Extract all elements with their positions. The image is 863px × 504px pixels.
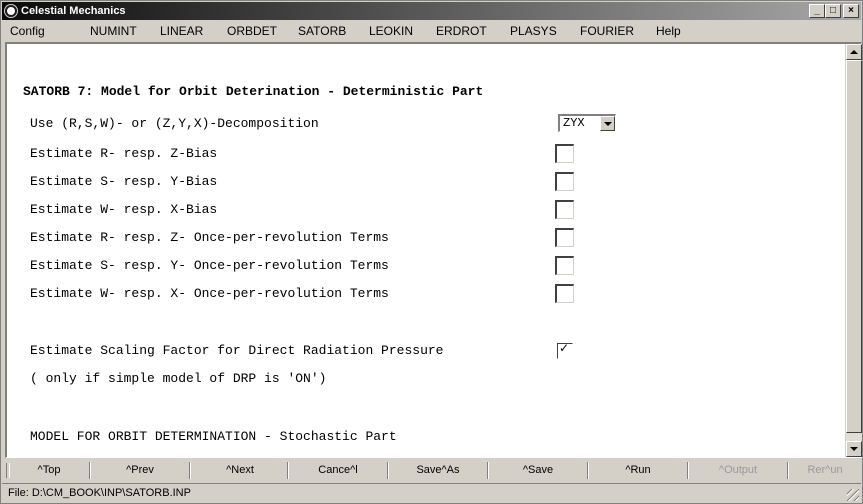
form-panel: SATORB 7: Model for Orbit Deterination -… <box>7 44 845 457</box>
window-title: Celestial Mechanics <box>21 5 126 17</box>
maximize-button[interactable]: □ <box>825 4 841 18</box>
cancel-button[interactable]: Cance^l <box>290 461 386 481</box>
decomposition-value: ZYX <box>563 116 585 130</box>
toolbar-separator <box>189 462 191 479</box>
drp-note: ( only if simple model of DRP is 'ON') <box>30 371 327 386</box>
rerun-button[interactable]: Rer^un <box>790 461 860 481</box>
checkbox-r-opr[interactable] <box>555 228 574 247</box>
status-file-path: File: D:\CM_BOOK\INP\SATORB.INP <box>8 487 191 499</box>
toolbar-separator <box>487 462 489 479</box>
chevron-down-icon[interactable] <box>600 116 615 131</box>
menu-bar: Config NUMINT LINEAR ORBDET SATORB LEOKI… <box>2 21 861 41</box>
status-bar: File: D:\CM_BOOK\INP\SATORB.INP <box>2 483 861 503</box>
option-label-w-bias: Estimate W- resp. X-Bias <box>30 202 218 217</box>
toolbar-separator <box>287 462 289 479</box>
menu-fourier[interactable]: FOURIER <box>580 24 634 38</box>
option-label-s-bias: Estimate S- resp. Y-Bias <box>30 174 218 189</box>
save-as-button[interactable]: Save^As <box>390 461 486 481</box>
menu-satorb[interactable]: SATORB <box>298 24 346 38</box>
close-icon: × <box>848 5 854 16</box>
checkbox-drp[interactable]: ✓ <box>557 341 573 359</box>
checkbox-s-bias[interactable] <box>555 172 574 191</box>
menu-plasys[interactable]: PLASYS <box>510 24 557 38</box>
decomposition-select[interactable]: ZYX <box>558 114 616 132</box>
option-label-r-opr: Estimate R- resp. Z- Once-per-revolution… <box>30 230 389 245</box>
maximize-icon: □ <box>829 5 837 16</box>
checkbox-w-bias[interactable] <box>555 200 574 219</box>
menu-orbdet[interactable]: ORBDET <box>227 24 277 38</box>
window-controls: _ □ × <box>809 4 859 18</box>
toolbar-separator <box>587 462 589 479</box>
output-button[interactable]: ^Output <box>690 461 786 481</box>
app-window: Celestial Mechanics _ □ × Config NUMINT … <box>0 0 863 504</box>
save-button[interactable]: ^Save <box>490 461 586 481</box>
toolbar-separator <box>89 462 91 479</box>
menu-config[interactable]: Config <box>10 24 45 38</box>
checkmark-icon: ✓ <box>559 341 570 355</box>
menu-linear[interactable]: LINEAR <box>160 24 203 38</box>
toolbar-separator <box>687 462 689 479</box>
option-label-w-opr: Estimate W- resp. X- Once-per-revolution… <box>30 286 389 301</box>
option-label-r-bias: Estimate R- resp. Z-Bias <box>30 146 218 161</box>
scroll-down-button[interactable] <box>846 441 862 457</box>
vertical-scrollbar[interactable] <box>846 44 862 457</box>
menu-numint[interactable]: NUMINT <box>90 24 137 38</box>
title-bar[interactable]: Celestial Mechanics _ □ × <box>2 2 861 20</box>
close-button[interactable]: × <box>843 4 859 18</box>
form-heading: SATORB 7: Model for Orbit Deterination -… <box>23 84 484 99</box>
prev-button[interactable]: ^Prev <box>92 461 188 481</box>
next-button[interactable]: ^Next <box>192 461 288 481</box>
globe-icon[interactable] <box>5 5 17 17</box>
run-button[interactable]: ^Run <box>590 461 686 481</box>
checkbox-r-bias[interactable] <box>555 144 574 163</box>
toolbar-separator <box>387 462 389 479</box>
resize-grip-icon[interactable] <box>847 489 859 501</box>
option-label-s-opr: Estimate S- resp. Y- Once-per-revolution… <box>30 258 389 273</box>
top-button[interactable]: ^Top <box>14 461 84 481</box>
toolbar-separator <box>787 462 789 479</box>
menu-help[interactable]: Help <box>656 24 681 38</box>
stochastic-heading: MODEL FOR ORBIT DETERMINATION - Stochast… <box>30 429 397 444</box>
minimize-icon: _ <box>814 5 820 16</box>
menu-leokin[interactable]: LEOKIN <box>369 24 413 38</box>
minimize-button[interactable]: _ <box>809 4 825 18</box>
drp-label: Estimate Scaling Factor for Direct Radia… <box>30 343 444 358</box>
toolbar-grip[interactable] <box>6 463 10 478</box>
menu-erdrot[interactable]: ERDROT <box>436 24 487 38</box>
checkbox-s-opr[interactable] <box>555 256 574 275</box>
scroll-up-button[interactable] <box>846 44 862 60</box>
scroll-thumb[interactable] <box>846 60 862 433</box>
checkbox-w-opr[interactable] <box>555 284 574 303</box>
decomposition-label: Use (R,S,W)- or (Z,Y,X)-Decomposition <box>30 116 319 131</box>
bottom-toolbar: ^Top ^Prev ^Next Cance^l Save^As ^Save ^… <box>2 460 861 482</box>
